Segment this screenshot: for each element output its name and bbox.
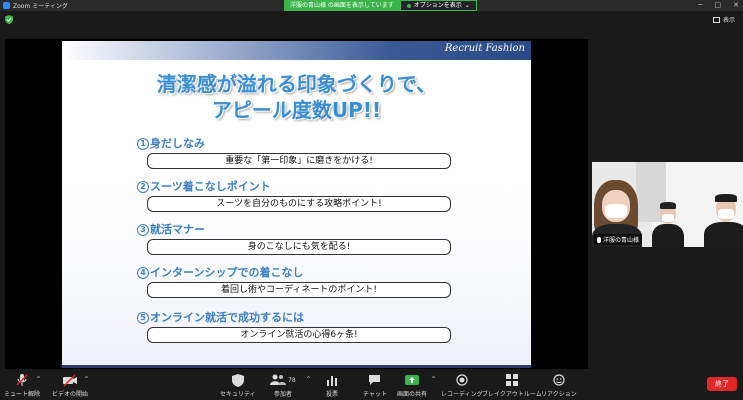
item-description: 着回し術やコーディネートのポイント! <box>147 282 451 298</box>
item-heading: インターンシップでの着こなし <box>150 266 304 279</box>
shield-icon[interactable] <box>5 15 13 24</box>
item-description: 重要な「第一印象」に磨きをかける! <box>147 153 451 169</box>
view-label: 表示 <box>722 17 735 24</box>
end-meeting-button[interactable]: 終了 <box>707 377 737 391</box>
item-heading: 身だしなみ <box>150 137 205 150</box>
polls-button[interactable]: 投票 <box>326 373 338 398</box>
slide-item-4: 4 インターンシップでの着こなし 着回し術やコーディネートのポイント! <box>137 266 451 298</box>
unmute-button[interactable]: ミュート解除 <box>4 373 40 398</box>
microphone-icon <box>597 236 601 243</box>
item-description: スーツを自分のものにする攻略ポイント! <box>147 196 451 212</box>
slide-item-1: 1 身だしなみ 重要な「第一印象」に磨きをかける! <box>137 137 451 169</box>
security-button[interactable]: セキュリティ <box>220 373 256 398</box>
slide-item-2: 2 スーツ着こなしポイント スーツを自分のものにする攻略ポイント! <box>137 180 451 212</box>
share-screen-label: 画面の共有 <box>397 391 428 398</box>
share-options-caret[interactable]: ^ <box>431 376 436 383</box>
zoom-logo-icon <box>3 2 10 9</box>
share-status-text: 洋服の青山様 の画面を表示しています <box>284 0 400 11</box>
maximize-button[interactable]: □ <box>715 1 722 9</box>
view-options-button[interactable]: オプションを表示 ⌄ <box>399 0 477 11</box>
slide-title-line2: アピール度数UP!! <box>211 98 382 122</box>
recording-button[interactable]: レコーディング <box>441 373 483 398</box>
security-label: セキュリティ <box>220 391 256 398</box>
video-options-caret[interactable]: ^ <box>84 376 89 383</box>
chat-button[interactable]: チャット <box>363 373 387 398</box>
breakout-rooms-label: ブレイクアウトルーム <box>482 391 542 398</box>
participants-label: 参加者 <box>273 391 292 398</box>
smiley-icon <box>553 374 565 386</box>
presentation-slide: Recruit Fashion 清潔感が溢れる印象づくりで、 アピール度数UP!… <box>62 41 531 368</box>
status-dot-icon <box>406 3 411 8</box>
item-heading: スーツ着こなしポイント <box>150 180 271 193</box>
slide-item-5: 5 オンライン就活で成功するには オンライン就活の心得6ヶ条! <box>137 311 451 343</box>
microphone-muted-icon <box>16 374 28 386</box>
reactions-label: リアクション <box>541 391 577 398</box>
participant-name-label: 洋服の青山様 <box>594 234 643 245</box>
minimize-button[interactable]: ─ <box>698 1 702 9</box>
meeting-toolbar: ミュート解除 ^ ビデオの開始 ^ セキュリティ 78 参加者 ^ 投票 チャッ… <box>0 371 743 400</box>
view-options-label: オプションを表示 <box>413 2 462 9</box>
video-camera-off-icon <box>63 374 77 387</box>
chat-icon <box>369 375 381 385</box>
slide-item-3: 3 就活マナー 身のこなしにも気を配る! <box>137 223 451 255</box>
slide-brand: Recruit Fashion <box>444 43 525 54</box>
chat-label: チャット <box>363 391 387 398</box>
slide-header-band: Recruit Fashion <box>62 41 531 60</box>
share-screen-button[interactable]: 画面の共有 <box>397 373 427 398</box>
item-heading: 就活マナー <box>150 223 205 236</box>
slide-title-line1: 清潔感が溢れる印象づくりで、 <box>156 72 437 96</box>
screen-share-banner: 洋服の青山様 の画面を表示しています オプションを表示 ⌄ <box>284 0 477 11</box>
reactions-button[interactable]: リアクション <box>541 373 577 398</box>
audio-options-caret[interactable]: ^ <box>36 376 41 383</box>
item-number: 3 <box>137 224 149 236</box>
record-icon <box>456 374 468 386</box>
item-number: 5 <box>137 312 149 324</box>
item-heading: オンライン就活で成功するには <box>150 311 304 324</box>
recording-label: レコーディング <box>441 391 483 398</box>
participant-video-thumbnail[interactable]: 洋服の青山様 <box>592 162 743 247</box>
participant-name: 洋服の青山様 <box>603 237 640 244</box>
polls-label: 投票 <box>326 391 339 398</box>
participants-options-caret[interactable]: ^ <box>306 376 311 383</box>
chevron-down-icon: ⌄ <box>464 2 470 9</box>
breakout-rooms-icon <box>505 374 518 386</box>
grid-view-icon <box>712 16 720 23</box>
bar-chart-icon <box>327 376 337 386</box>
start-video-button[interactable]: ビデオの開始 <box>52 373 88 398</box>
item-description: 身のこなしにも気を配る! <box>147 239 451 255</box>
share-screen-icon <box>405 375 419 385</box>
view-button[interactable]: 表示 <box>712 15 735 24</box>
unmute-label: ミュート解除 <box>4 391 41 398</box>
participants-button[interactable]: 78 参加者 <box>270 373 296 398</box>
start-video-label: ビデオの開始 <box>52 391 89 398</box>
window-title: Zoom ミーティング <box>13 3 68 10</box>
shield-icon <box>231 373 244 387</box>
participants-icon <box>270 374 286 385</box>
item-description: オンライン就活の心得6ヶ条! <box>147 327 451 343</box>
meeting-topbar: 表示 <box>0 11 743 39</box>
close-window-button[interactable]: ✕ <box>733 1 739 9</box>
window-controls: ─ □ ✕ <box>698 1 739 9</box>
slide-title: 清潔感が溢れる印象づくりで、 アピール度数UP!! <box>62 71 531 123</box>
participants-count: 78 <box>288 376 296 384</box>
breakout-rooms-button[interactable]: ブレイクアウトルーム <box>482 373 542 398</box>
item-number: 4 <box>137 267 149 279</box>
item-number: 2 <box>137 181 149 193</box>
item-number: 1 <box>137 138 149 150</box>
